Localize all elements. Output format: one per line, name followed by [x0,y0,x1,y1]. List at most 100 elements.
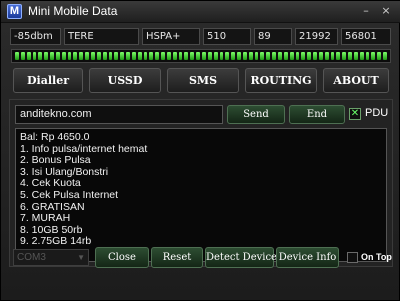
signal-segment [149,52,154,60]
signal-segment [330,52,335,60]
tab-routing[interactable]: ROUTING [245,68,317,93]
app-logo-icon: M [7,4,22,19]
signal-level-bar [11,49,391,63]
signal-segment [26,52,31,60]
response-line: Bal: Rp 4650.0 [20,131,90,143]
signal-segment [79,52,84,60]
signal-segment [336,52,341,60]
window-title: Mini Mobile Data [28,4,118,18]
tab-dialler[interactable]: Dialler [13,68,83,93]
operator-field: TERE [64,28,139,45]
ussd-input[interactable]: anditekno.com [15,105,223,124]
signal-segment [85,52,89,60]
signal-segment [219,52,224,60]
signal-segment [67,52,72,60]
port-value: COM3 [17,252,46,263]
signal-segment [20,52,25,60]
signal-segment [184,52,189,60]
minimize-button[interactable]: – [359,5,373,17]
signal-segment [120,52,125,60]
signal-segment [231,52,236,60]
signal-segment [114,52,119,60]
signal-segment [289,52,294,60]
signal-segment [324,52,329,60]
signal-segment [44,52,49,60]
end-button[interactable]: End [289,105,345,124]
response-line: 7. MURAH [20,212,71,225]
signal-segment [313,52,317,60]
signal-segment [102,52,107,60]
signal-segment [207,52,212,60]
signal-segment [213,52,218,60]
signal-segment [277,52,282,60]
on-top-label: On Top [361,252,392,262]
app-window: M Mini Mobile Data – × -85dbm TERE HSPA+… [0,0,400,301]
on-top-checkbox[interactable] [347,252,358,263]
signal-segment [283,52,288,60]
signal-segment [50,52,54,60]
detect-device-button[interactable]: Detect Device [205,247,277,268]
reset-button[interactable]: Reset [151,247,203,268]
chevron-down-icon: ▼ [77,253,85,262]
signal-segment [307,52,312,60]
ussd-response-area[interactable]: Bal: Rp 4650.0 1. Info pulsa/internet hem… [15,128,387,262]
tab-about[interactable]: ABOUT [323,68,389,93]
signal-segment [254,52,259,60]
signal-segment [371,52,376,60]
signal-segment [15,52,19,60]
signal-segment [137,52,142,60]
signal-segment [242,52,247,60]
close-window-button[interactable]: × [379,5,393,17]
cell-id-field: 56801 [341,28,391,45]
signal-segment [126,52,130,60]
signal-segment [237,52,241,60]
device-info-button[interactable]: Device Info [276,247,339,268]
response-line: 5. Cek Pulsa Internet [20,188,119,201]
signal-segment [359,52,364,60]
port-select[interactable]: COM3 ▼ [13,249,89,266]
tab-ussd[interactable]: USSD [89,68,161,93]
signal-segment [90,52,95,60]
signal-segment [143,52,148,60]
signal-segment [383,52,387,60]
tab-sms[interactable]: SMS [167,68,239,93]
signal-segment [178,52,183,60]
signal-segment [377,52,382,60]
signal-segment [353,52,358,60]
response-line: 6. GRATISAN [20,200,85,213]
signal-segment [166,52,171,60]
signal-segment [225,52,230,60]
mnc-field: 89 [254,28,292,45]
signal-segment [196,52,200,60]
signal-segment [61,52,66,60]
signal-segment [55,52,60,60]
signal-segment [172,52,177,60]
signal-segment [131,52,136,60]
signal-segment [248,52,253,60]
signal-segment [190,52,195,60]
lac-field: 21992 [295,28,338,45]
signal-strength-field: -85dbm [10,28,61,45]
close-button[interactable]: Close [95,247,149,268]
signal-segment [96,52,101,60]
title-bar[interactable]: M Mini Mobile Data – × [1,1,400,23]
signal-segment [161,52,165,60]
signal-segment [301,52,306,60]
signal-segment [318,52,323,60]
signal-segment [348,52,352,60]
signal-segment [342,52,347,60]
signal-segment [202,52,206,60]
signal-segment [32,52,37,60]
signal-segment [266,52,271,60]
signal-segment [73,52,78,60]
pdu-label: PDU [365,107,389,119]
signal-segment [155,52,160,60]
pdu-checkbox[interactable]: ✕ [349,108,361,120]
send-button[interactable]: Send [227,105,285,124]
signal-segment [272,52,276,60]
mcc-field: 510 [203,28,251,45]
network-type-field: HSPA+ [142,28,200,45]
signal-segment [260,52,265,60]
signal-segment [108,52,113,60]
signal-segment [295,52,300,60]
